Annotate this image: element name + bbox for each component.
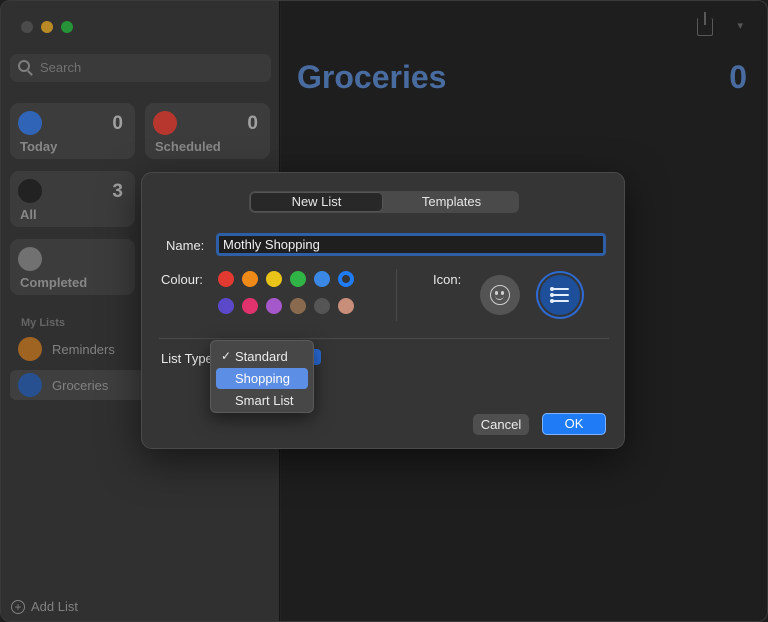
new-list-dialog: New List Templates Name: Colour: Icon: L… xyxy=(141,172,625,449)
list-bullets-icon xyxy=(550,287,569,303)
tile-count: 3 xyxy=(112,181,123,202)
tab-new-list[interactable]: New List xyxy=(250,192,383,212)
colour-swatch-graphite[interactable] xyxy=(314,298,330,314)
colour-swatch-indigo[interactable] xyxy=(218,298,234,314)
menu-item-label: Standard xyxy=(235,349,288,364)
tile-count: 0 xyxy=(112,113,123,134)
add-list-button[interactable]: + Add List xyxy=(11,599,78,614)
plus-icon: + xyxy=(11,600,25,614)
list-type-label: List Type: xyxy=(161,351,217,366)
dialog-tab-control: New List Templates xyxy=(249,191,519,213)
maximize-window-button[interactable] xyxy=(61,21,73,33)
colour-swatch-blue-selected[interactable] xyxy=(338,271,354,287)
share-icon[interactable] xyxy=(697,12,713,36)
list-name-input[interactable] xyxy=(216,233,606,256)
name-label: Name: xyxy=(166,238,205,253)
tile-label: Today xyxy=(20,139,58,154)
my-lists-heading: My Lists xyxy=(21,317,66,329)
search-icon xyxy=(18,60,30,72)
divider xyxy=(159,338,609,339)
search-placeholder: Search xyxy=(40,60,82,75)
menu-item-label: Shopping xyxy=(235,371,290,386)
chevron-down-icon[interactable]: ▾ xyxy=(737,19,743,32)
colour-swatch-pink[interactable] xyxy=(242,298,258,314)
colour-swatch-yellow[interactable] xyxy=(266,271,282,287)
tile-completed[interactable]: Completed xyxy=(10,239,135,295)
tile-label: Completed xyxy=(20,275,88,290)
icon-label: Icon: xyxy=(433,272,462,287)
smiley-icon xyxy=(490,285,510,305)
colour-swatch-light-blue[interactable] xyxy=(314,271,330,287)
tray-icon xyxy=(18,179,42,203)
tile-count: 0 xyxy=(247,113,258,134)
colour-swatch-purple[interactable] xyxy=(266,298,282,314)
menu-item-label: Smart List xyxy=(235,393,294,408)
tile-scheduled[interactable]: 0 Scheduled xyxy=(145,103,270,159)
list-icon xyxy=(18,337,42,361)
list-name: Groceries xyxy=(52,378,109,393)
colour-swatch-brown[interactable] xyxy=(290,298,306,314)
divider xyxy=(396,269,397,321)
tile-today[interactable]: 0 Today xyxy=(10,103,135,159)
calendar-icon xyxy=(18,111,42,135)
checkmark-icon: ✓ xyxy=(221,349,232,363)
search-field[interactable]: Search xyxy=(10,54,271,82)
colour-label: Colour: xyxy=(161,272,203,287)
cancel-button[interactable]: Cancel xyxy=(473,414,529,435)
list-name: Reminders xyxy=(52,342,115,357)
tile-label: All xyxy=(20,207,37,222)
menu-item-standard[interactable]: ✓ Standard xyxy=(216,346,308,367)
tile-label: Scheduled xyxy=(155,139,221,154)
tab-templates[interactable]: Templates xyxy=(385,192,518,212)
menu-item-smart-list[interactable]: Smart List xyxy=(216,390,308,411)
menu-item-shopping[interactable]: Shopping xyxy=(216,368,308,389)
minimize-window-button[interactable] xyxy=(41,21,53,33)
list-count: 0 xyxy=(729,59,747,95)
list-icon-button[interactable] xyxy=(540,275,580,315)
close-window-button[interactable] xyxy=(21,21,33,33)
ok-button[interactable]: OK xyxy=(542,413,606,435)
tile-all[interactable]: 3 All xyxy=(10,171,135,227)
colour-swatch-green[interactable] xyxy=(290,271,306,287)
colour-swatch-orange[interactable] xyxy=(242,271,258,287)
colour-swatch-red[interactable] xyxy=(218,271,234,287)
checkmark-icon xyxy=(18,247,42,271)
add-list-label: Add List xyxy=(31,599,78,614)
list-icon xyxy=(18,373,42,397)
list-type-menu: ✓ Standard Shopping Smart List xyxy=(210,340,314,413)
emoji-icon-button[interactable] xyxy=(480,275,520,315)
list-title: Groceries xyxy=(297,59,447,95)
calendar-clock-icon xyxy=(153,111,177,135)
colour-swatch-rose-gold[interactable] xyxy=(338,298,354,314)
